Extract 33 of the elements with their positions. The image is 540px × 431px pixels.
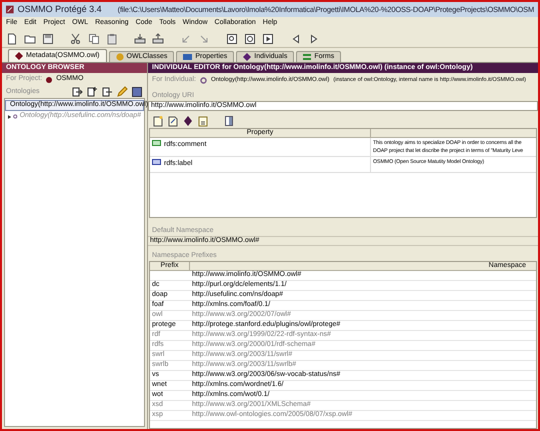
window-title: OSMMO Protégé 3.4 [18, 2, 102, 16]
add-file-icon[interactable] [86, 86, 98, 98]
tray-icon[interactable] [134, 32, 146, 44]
play-icon[interactable] [262, 32, 274, 44]
circle-icon [116, 53, 124, 61]
diamond-icon [243, 53, 252, 61]
ontology-icon [200, 76, 207, 84]
rectangle-icon [183, 54, 192, 60]
edit-file-icon[interactable] [167, 115, 179, 127]
save-icon[interactable] [42, 32, 54, 44]
scissors-icon[interactable] [70, 32, 82, 44]
find-icon[interactable] [226, 32, 238, 44]
export-icon[interactable] [101, 86, 113, 98]
new-file-icon[interactable] [152, 115, 164, 127]
comment-property-icon [152, 140, 161, 146]
forward-icon[interactable] [308, 32, 320, 44]
new-file-icon[interactable] [6, 32, 18, 44]
app-icon [6, 5, 14, 14]
panel-icon[interactable] [223, 115, 235, 127]
expand-triangle-icon[interactable] [8, 114, 12, 120]
save-icon[interactable] [131, 86, 143, 98]
diamond-icon [15, 52, 23, 60]
back-icon[interactable] [290, 32, 302, 44]
list-file-icon[interactable] [197, 115, 209, 127]
copy-icon[interactable] [88, 32, 100, 44]
label-property-icon [152, 159, 161, 165]
import-icon[interactable] [71, 86, 83, 98]
refresh-icon[interactable] [244, 32, 256, 44]
paste-icon[interactable] [106, 32, 118, 44]
lines-icon [303, 54, 312, 60]
ontology-icon [13, 113, 18, 120]
folder-icon[interactable] [24, 32, 36, 44]
tray-icon[interactable] [152, 32, 164, 44]
